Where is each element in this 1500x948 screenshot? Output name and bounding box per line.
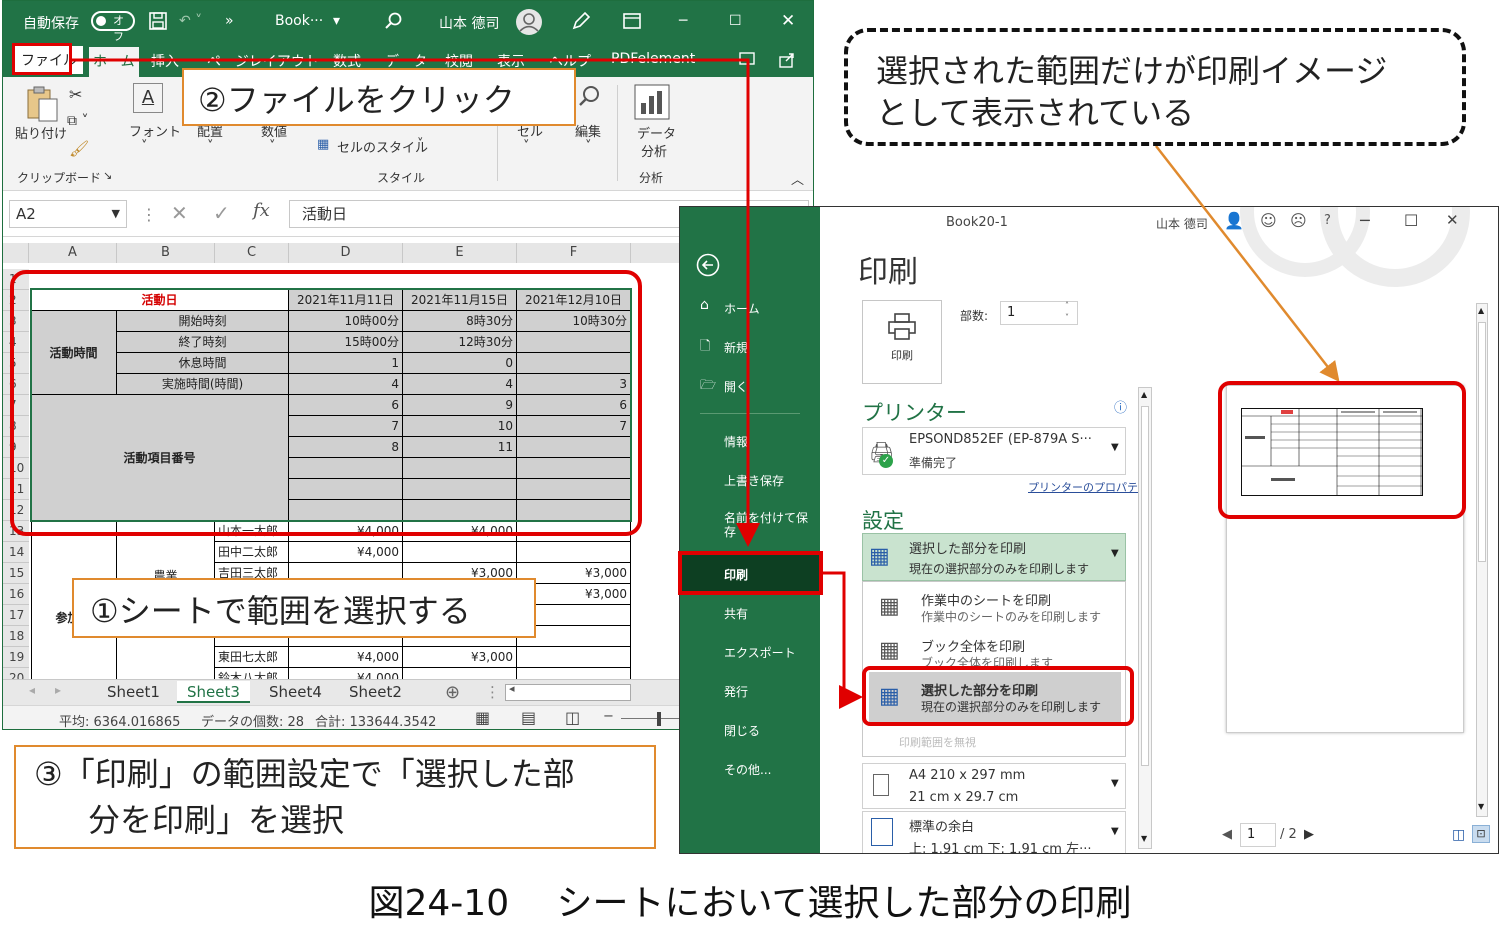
preview-note-callout: 選択された範囲だけが印刷イメージ として表示されている — [844, 28, 1466, 146]
arrow-note-to-preview — [1155, 145, 1340, 382]
step3-line1: ③「印刷」の範囲設定で「選択した部 — [34, 755, 575, 793]
step3-line2: 分を印刷」を選択 — [88, 801, 345, 839]
figure-caption: 図24-10 シートにおいて選択した部分の印刷 — [368, 883, 1132, 924]
highlight-print-nav — [678, 551, 823, 595]
highlight-selected-range — [10, 270, 642, 536]
highlight-file-tab — [12, 43, 72, 75]
preview-note-line2: として表示されている — [876, 94, 1195, 132]
preview-note-line1: 選択された範囲だけが印刷イメージ — [876, 52, 1388, 90]
highlight-print-selection — [862, 666, 1134, 726]
step1-callout: ①シートで範囲を選択する — [72, 578, 536, 638]
arrow-print-to-selection — [822, 571, 863, 709]
highlight-preview — [1218, 381, 1466, 519]
step2-callout: ②ファイルをクリック — [182, 68, 576, 126]
step3-callout: ③「印刷」の範囲設定で「選択した部 分を印刷」を選択 — [14, 745, 656, 849]
